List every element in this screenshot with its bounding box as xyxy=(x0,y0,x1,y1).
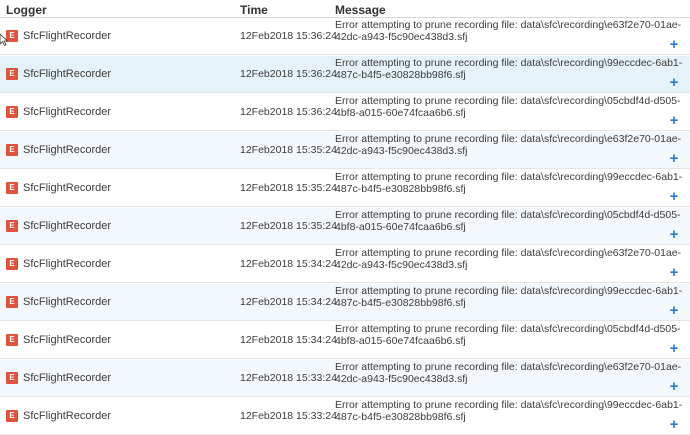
logger-cell: SfcFlightRecorder xyxy=(23,30,112,42)
table-row[interactable]: E SfcFlightRecorder 12Feb2018 15:35:24 Erro… xyxy=(0,132,690,169)
logger-cell: SfcFlightRecorder xyxy=(23,68,112,80)
error-level-badge: E xyxy=(6,334,18,346)
message-cell: Error attempting to prune recording file… xyxy=(335,19,682,43)
table-row[interactable]: E SfcFlightRecorder 12Feb2018 15:36:24 Erro… xyxy=(0,56,690,93)
expand-plus-icon[interactable]: + xyxy=(668,151,680,166)
expand-plus-icon[interactable]: + xyxy=(668,189,680,204)
expand-plus-icon[interactable]: + xyxy=(668,341,680,356)
logger-cell: SfcFlightRecorder xyxy=(23,258,112,270)
error-level-badge: E xyxy=(6,220,18,232)
error-level-badge: E xyxy=(6,258,18,270)
time-cell: 12Feb2018 15:35:24 xyxy=(240,144,337,156)
logger-cell: SfcFlightRecorder xyxy=(23,334,112,346)
expand-plus-icon[interactable]: + xyxy=(668,37,680,52)
message-cell: Error attempting to prune recording file… xyxy=(335,361,682,385)
logger-cell: SfcFlightRecorder xyxy=(23,106,112,118)
expand-plus-icon[interactable]: + xyxy=(668,303,680,318)
logger-cell: SfcFlightRecorder xyxy=(23,410,112,422)
logger-cell: SfcFlightRecorder xyxy=(23,372,112,384)
time-cell: 12Feb2018 15:34:24 xyxy=(240,334,337,346)
column-header-message[interactable]: Message xyxy=(335,3,386,17)
table-row[interactable]: E SfcFlightRecorder 12Feb2018 15:36:24 Erro… xyxy=(0,94,690,131)
table-row[interactable]: E SfcFlightRecorder 12Feb2018 15:36:24 Erro… xyxy=(0,18,690,55)
table-row[interactable]: E SfcFlightRecorder 12Feb2018 15:33:24 Erro… xyxy=(0,360,690,397)
table-row[interactable]: E SfcFlightRecorder 12Feb2018 15:35:24 Erro… xyxy=(0,208,690,245)
expand-plus-icon[interactable]: + xyxy=(668,265,680,280)
table-header: Logger Time Message xyxy=(0,0,690,18)
expand-plus-icon[interactable]: + xyxy=(668,75,680,90)
expand-plus-icon[interactable]: + xyxy=(668,417,680,432)
time-cell: 12Feb2018 15:36:24 xyxy=(240,68,337,80)
error-level-badge: E xyxy=(6,144,18,156)
message-cell: Error attempting to prune recording file… xyxy=(335,209,681,233)
table-row[interactable]: E SfcFlightRecorder 12Feb2018 15:34:24 Erro… xyxy=(0,322,690,359)
logger-cell: SfcFlightRecorder xyxy=(23,220,112,232)
logger-cell: SfcFlightRecorder xyxy=(23,182,112,194)
time-cell: 12Feb2018 15:34:24 xyxy=(240,296,337,308)
expand-plus-icon[interactable]: + xyxy=(668,379,680,394)
error-level-badge: E xyxy=(6,106,18,118)
table-row[interactable]: E SfcFlightRecorder 12Feb2018 15:34:24 Erro… xyxy=(0,246,690,283)
error-level-badge: E xyxy=(6,410,18,422)
error-level-badge: E xyxy=(6,372,18,384)
time-cell: 12Feb2018 15:35:24 xyxy=(240,182,337,194)
time-cell: 12Feb2018 15:33:24 xyxy=(240,372,337,384)
error-level-badge: E xyxy=(6,296,18,308)
error-level-badge: E xyxy=(6,68,18,80)
message-cell: Error attempting to prune recording file… xyxy=(335,57,683,81)
column-header-logger[interactable]: Logger xyxy=(6,3,47,17)
column-header-time[interactable]: Time xyxy=(240,3,268,17)
message-cell: Error attempting to prune recording file… xyxy=(335,323,681,347)
message-cell: Error attempting to prune recording file… xyxy=(335,171,683,195)
table-row[interactable]: E SfcFlightRecorder 12Feb2018 15:34:24 Erro… xyxy=(0,284,690,321)
logger-cell: SfcFlightRecorder xyxy=(23,296,112,308)
time-cell: 12Feb2018 15:36:24 xyxy=(240,106,337,118)
time-cell: 12Feb2018 15:35:24 xyxy=(240,220,337,232)
time-cell: 12Feb2018 15:36:24 xyxy=(240,30,337,42)
message-cell: Error attempting to prune recording file… xyxy=(335,133,682,157)
message-cell: Error attempting to prune recording file… xyxy=(335,285,683,309)
mouse-cursor-icon xyxy=(0,34,8,46)
time-cell: 12Feb2018 15:34:24 xyxy=(240,258,337,270)
error-level-badge: E xyxy=(6,182,18,194)
expand-plus-icon[interactable]: + xyxy=(668,227,680,242)
time-cell: 12Feb2018 15:33:24 xyxy=(240,410,337,422)
table-row[interactable]: E SfcFlightRecorder 12Feb2018 15:35:24 Erro… xyxy=(0,170,690,207)
table-row[interactable]: E SfcFlightRecorder 12Feb2018 15:33:24 Erro… xyxy=(0,398,690,435)
expand-plus-icon[interactable]: + xyxy=(668,113,680,128)
message-cell: Error attempting to prune recording file… xyxy=(335,247,682,271)
logger-cell: SfcFlightRecorder xyxy=(23,144,112,156)
message-cell: Error attempting to prune recording file… xyxy=(335,399,683,423)
message-cell: Error attempting to prune recording file… xyxy=(335,95,681,119)
